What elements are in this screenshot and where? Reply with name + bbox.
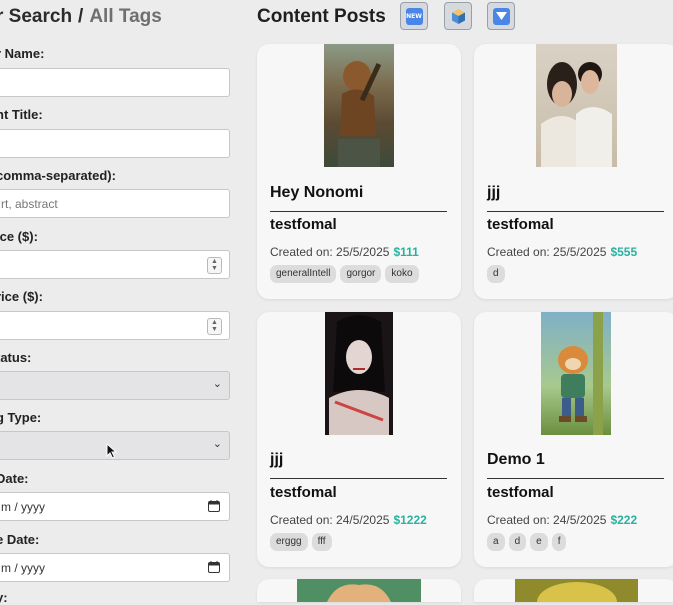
post-title[interactable]: Demo 1 — [487, 451, 545, 469]
creator-name-input[interactable] — [0, 68, 230, 97]
tag-chip[interactable]: d — [508, 533, 527, 551]
new-post-button[interactable]: NEW — [400, 2, 428, 30]
post-subtitle: testfomal — [487, 216, 554, 233]
max-price-label: rice ($): — [0, 289, 43, 304]
min-price-stepper[interactable]: ▲ ▼ — [207, 257, 222, 274]
post-title[interactable]: jjj — [487, 184, 500, 202]
calendar-icon[interactable] — [208, 500, 220, 512]
mouse-cursor-icon — [106, 443, 118, 459]
post-price: $111 — [393, 245, 419, 259]
dropdown-arrow-icon — [492, 7, 510, 25]
post-card[interactable]: jjj testfomal Created on: 25/5/2025 $555 … — [474, 44, 673, 299]
post-meta: Created on: 25/5/2025 $555 — [487, 245, 637, 259]
start-date-input[interactable]: m / yyyy — [0, 492, 230, 521]
post-date: Created on: 24/5/2025 — [487, 513, 607, 527]
post-card[interactable]: Demo 1 testfomal Created on: 24/5/2025 $2… — [474, 312, 673, 567]
cube-icon — [451, 8, 465, 24]
min-price-label: ice ($): — [0, 229, 38, 244]
post-price: $1222 — [393, 513, 427, 527]
tags-placeholder: rt, abstract — [1, 196, 58, 211]
post-meta: Created on: 24/5/2025 $222 — [487, 513, 637, 527]
max-price-input[interactable]: ▲ ▼ — [0, 311, 230, 340]
title-separator: / — [78, 6, 84, 27]
tag-chip[interactable]: d — [487, 265, 505, 283]
tag-list: d — [487, 265, 505, 283]
post-thumbnail[interactable] — [515, 579, 638, 602]
min-price-input[interactable]: ▲ ▼ — [0, 250, 230, 279]
tag-list: erggg fff — [270, 533, 332, 551]
post-thumbnail[interactable] — [541, 312, 611, 435]
end-date-input[interactable]: m / yyyy — [0, 553, 230, 582]
start-date-label: Date: — [0, 471, 29, 486]
listing-type-label: g Type: — [0, 410, 42, 425]
post-title[interactable]: Hey Nonomi — [270, 184, 363, 202]
tag-list: a d e f — [487, 533, 567, 551]
tags-label: comma-separated): — [0, 168, 116, 183]
status-select[interactable]: ⌄ — [0, 371, 230, 400]
tag-chip[interactable]: koko — [385, 265, 419, 283]
end-date-value: m / yyyy — [1, 560, 45, 575]
creator-name-label: r Name: — [0, 46, 45, 61]
post-subtitle: testfomal — [487, 484, 554, 501]
content-title-input[interactable] — [0, 129, 230, 158]
post-date: Created on: 25/5/2025 — [270, 245, 390, 259]
tag-chip[interactable]: e — [530, 533, 548, 551]
post-card[interactable] — [257, 579, 461, 602]
status-label: tatus: — [0, 350, 32, 365]
tag-chip[interactable]: erggg — [270, 533, 308, 551]
post-thumbnail[interactable] — [536, 44, 617, 167]
chevron-down-icon: ⌄ — [212, 378, 222, 390]
post-date: Created on: 25/5/2025 — [487, 245, 607, 259]
tag-chip[interactable]: fff — [311, 533, 332, 551]
title-divider — [487, 211, 664, 212]
post-subtitle: testfomal — [270, 216, 337, 233]
post-card[interactable] — [474, 579, 673, 602]
post-thumbnail[interactable] — [324, 44, 394, 167]
post-meta: Created on: 25/5/2025 $111 — [270, 245, 419, 259]
max-price-stepper[interactable]: ▲ ▼ — [207, 318, 222, 335]
post-price: $555 — [610, 245, 638, 259]
sort-by-label: y: — [0, 590, 8, 605]
tag-chip[interactable]: gorgor — [340, 265, 382, 283]
post-card[interactable]: Hey Nonomi testfomal Created on: 25/5/20… — [257, 44, 461, 299]
post-title[interactable]: jjj — [270, 451, 283, 469]
end-date-label: e Date: — [0, 532, 40, 547]
post-thumbnail[interactable] — [325, 312, 393, 435]
content-title-label: nt Title: — [0, 107, 43, 122]
title-divider — [270, 211, 447, 212]
post-meta: Created on: 24/5/2025 $1222 — [270, 513, 427, 527]
3d-view-button[interactable] — [444, 2, 472, 30]
title-divider — [270, 478, 447, 479]
dropdown-button[interactable] — [487, 2, 515, 30]
tag-chip[interactable]: f — [551, 533, 567, 551]
post-card[interactable]: jjj testfomal Created on: 24/5/2025 $1222… — [257, 312, 461, 567]
tags-input[interactable]: rt, abstract — [0, 189, 230, 218]
tag-chip[interactable]: generalIntell — [270, 265, 337, 283]
calendar-icon[interactable] — [208, 561, 220, 573]
post-thumbnail[interactable] — [297, 579, 421, 602]
content-posts-title: Content Posts — [257, 6, 386, 27]
sidebar-title: r Search / All Tags — [0, 6, 162, 28]
tag-list: generalIntell gorgor koko — [270, 265, 419, 283]
all-tags-link[interactable]: All Tags — [89, 6, 162, 27]
start-date-value: m / yyyy — [1, 499, 45, 514]
search-sidebar: r Search / All Tags r Name: nt Title: comm… — [0, 0, 240, 605]
post-date: Created on: 24/5/2025 — [270, 513, 390, 527]
tag-chip[interactable]: a — [487, 533, 505, 551]
post-subtitle: testfomal — [270, 484, 337, 501]
search-title: r Search — [0, 6, 73, 27]
new-badge-icon: NEW — [405, 7, 423, 25]
title-divider — [487, 478, 664, 479]
chevron-down-icon: ⌄ — [212, 438, 222, 450]
post-price: $222 — [610, 513, 638, 527]
